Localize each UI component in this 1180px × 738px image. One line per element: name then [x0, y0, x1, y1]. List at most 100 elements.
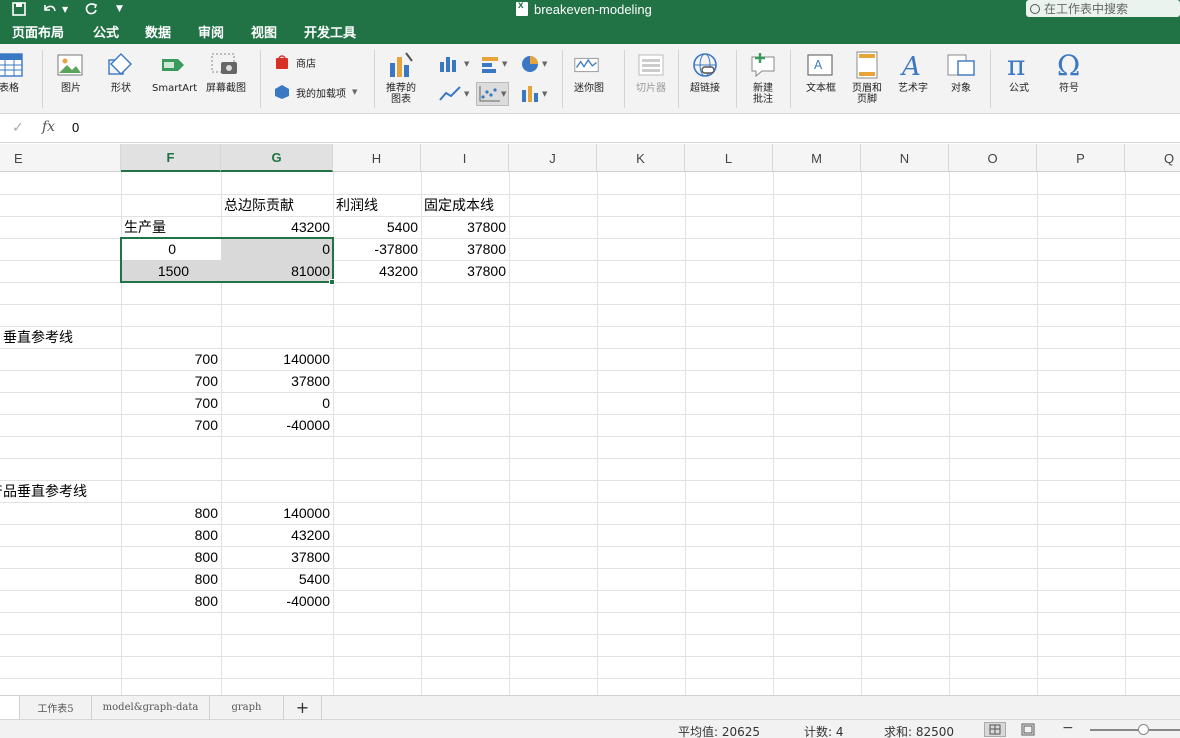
column-header-n[interactable]: N	[861, 144, 949, 172]
undo-icon[interactable]	[42, 0, 58, 18]
cell-f12[interactable]: 700	[121, 414, 221, 436]
new-comment-button[interactable]: 新建 批注	[748, 50, 778, 105]
column-header-p[interactable]: P	[1037, 144, 1125, 172]
scatter-chart-button[interactable]: ▼	[476, 82, 510, 106]
cell-f18[interactable]: 800	[121, 546, 221, 568]
cell-h4[interactable]: 43200	[333, 260, 421, 282]
column-header-g[interactable]: G	[221, 144, 333, 172]
cell-i1[interactable]: 固定成本线	[421, 194, 509, 216]
page-layout-view-icon[interactable]	[1020, 723, 1036, 738]
redo-icon[interactable]	[84, 0, 98, 18]
column-header-h[interactable]: H	[333, 144, 421, 172]
add-sheet-button[interactable]: +	[284, 696, 322, 719]
undo-dropdown-icon[interactable]: ▼	[62, 0, 68, 18]
cell-g2[interactable]: 43200	[221, 216, 333, 238]
recommended-charts-button[interactable]: 推荐的 图表	[386, 50, 416, 105]
worksheet-grid[interactable]: 总边际贡献 利润线 固定成本线 生产量 43200 5400 37800 0 0…	[0, 172, 1180, 695]
cell-f9[interactable]: 700	[121, 348, 221, 370]
cell-g18[interactable]: 37800	[221, 546, 333, 568]
check-icon[interactable]: ✓	[12, 120, 24, 136]
cell-f19[interactable]: 800	[121, 568, 221, 590]
smartart-button[interactable]: SmartArt	[152, 50, 197, 94]
cell-f20[interactable]: 800	[121, 590, 221, 612]
picture-button[interactable]: 图片	[56, 50, 86, 94]
tab-page-layout[interactable]: 页面布局	[12, 22, 64, 41]
sheet-search-input[interactable]: 在工作表中搜索	[1026, 0, 1180, 17]
cell-g4[interactable]: 81000	[221, 260, 333, 282]
column-header-q[interactable]: Q	[1125, 144, 1180, 172]
customize-toolbar-icon[interactable]: ▼	[116, 0, 123, 18]
cell-f3[interactable]: 0	[121, 238, 221, 260]
sheet-tab-1[interactable]: 工作表5	[20, 696, 92, 719]
column-header-i[interactable]: I	[421, 144, 509, 172]
column-header-o[interactable]: O	[949, 144, 1037, 172]
symbol-button[interactable]: Ω 符号	[1054, 50, 1084, 94]
bar-chart-button[interactable]: ▼	[480, 54, 507, 74]
zoom-out-icon[interactable]: −	[1062, 720, 1074, 736]
tab-developer[interactable]: 开发工具	[304, 22, 356, 41]
header-footer-button[interactable]: 页眉和 页脚	[852, 50, 882, 105]
my-addins-button[interactable]: 我的加载项 ▼	[274, 84, 357, 100]
cell-g9[interactable]: 140000	[221, 348, 333, 370]
cell-f17[interactable]: 800	[121, 524, 221, 546]
cell-f16[interactable]: 800	[121, 502, 221, 524]
slicer-button[interactable]: 切片器	[636, 50, 666, 94]
cell-h3[interactable]: -37800	[333, 238, 421, 260]
line-chart-button[interactable]: ▼	[438, 84, 469, 104]
formula-input[interactable]: 0	[72, 120, 79, 135]
textbox-button[interactable]: A 文本框	[806, 50, 836, 94]
other-charts-button[interactable]: ▼	[520, 84, 547, 104]
cell-g11[interactable]: 0	[221, 392, 333, 414]
cell-f11[interactable]: 700	[121, 392, 221, 414]
cell-h1[interactable]: 利润线	[333, 194, 421, 216]
equation-button[interactable]: π 公式	[1004, 50, 1034, 94]
sheet-tab-3[interactable]: graph	[210, 696, 284, 719]
object-button[interactable]: 对象	[946, 50, 976, 94]
cell-i2[interactable]: 37800	[421, 216, 509, 238]
zoom-slider-thumb[interactable]	[1138, 724, 1149, 735]
cell-i4[interactable]: 37800	[421, 260, 509, 282]
cell-f10[interactable]: 700	[121, 370, 221, 392]
shapes-button[interactable]: 形状	[106, 50, 136, 94]
normal-view-icon[interactable]	[984, 722, 1006, 737]
cell-g17[interactable]: 43200	[221, 524, 333, 546]
tab-formulas[interactable]: 公式	[93, 22, 119, 41]
column-header-e[interactable]: E	[0, 144, 121, 172]
cell-i3[interactable]: 37800	[421, 238, 509, 260]
cell-g1[interactable]: 总边际贡献	[221, 194, 333, 216]
cell-g16[interactable]: 140000	[221, 502, 333, 524]
status-average: 平均值: 20625	[678, 725, 761, 738]
cell-g19[interactable]: 5400	[221, 568, 333, 590]
save-icon[interactable]	[12, 0, 26, 18]
column-chart-button[interactable]: ▼	[438, 54, 469, 74]
tab-view[interactable]: 视图	[251, 22, 277, 41]
cell-f4[interactable]: 1500	[121, 260, 221, 282]
column-header-j[interactable]: J	[509, 144, 597, 172]
cell-e8[interactable]: 垂直参考线	[0, 326, 121, 348]
function-icon[interactable]: fx	[42, 119, 55, 135]
slicer-icon	[636, 50, 666, 80]
sheet-tab-2[interactable]: model&graph-data	[92, 696, 210, 719]
tab-data[interactable]: 数据	[145, 22, 171, 41]
cell-h2[interactable]: 5400	[333, 216, 421, 238]
cell-g20[interactable]: -40000	[221, 590, 333, 612]
cell-e15[interactable]: 产品垂直参考线	[0, 480, 121, 502]
tab-review[interactable]: 审阅	[198, 22, 224, 41]
zoom-slider[interactable]	[1090, 729, 1180, 731]
pie-chart-button[interactable]: ▼	[520, 54, 547, 74]
screenshot-button[interactable]: 屏幕截图	[206, 50, 246, 94]
column-header-l[interactable]: L	[685, 144, 773, 172]
cell-g12[interactable]: -40000	[221, 414, 333, 436]
store-button[interactable]: 商店	[274, 54, 316, 70]
column-header-m[interactable]: M	[773, 144, 861, 172]
column-header-f[interactable]: F	[121, 144, 221, 172]
cell-f2[interactable]: 生产量	[121, 216, 221, 238]
hyperlink-button[interactable]: 超链接	[690, 50, 720, 94]
table-button[interactable]: 表格	[0, 50, 24, 94]
column-header-k[interactable]: K	[597, 144, 685, 172]
wordart-button[interactable]: A 艺术字	[898, 50, 928, 94]
cell-g3[interactable]: 0	[221, 238, 333, 260]
cell-g10[interactable]: 37800	[221, 370, 333, 392]
sheet-tab-scroll[interactable]	[0, 696, 20, 719]
sparklines-button[interactable]: 迷你图	[574, 50, 604, 94]
